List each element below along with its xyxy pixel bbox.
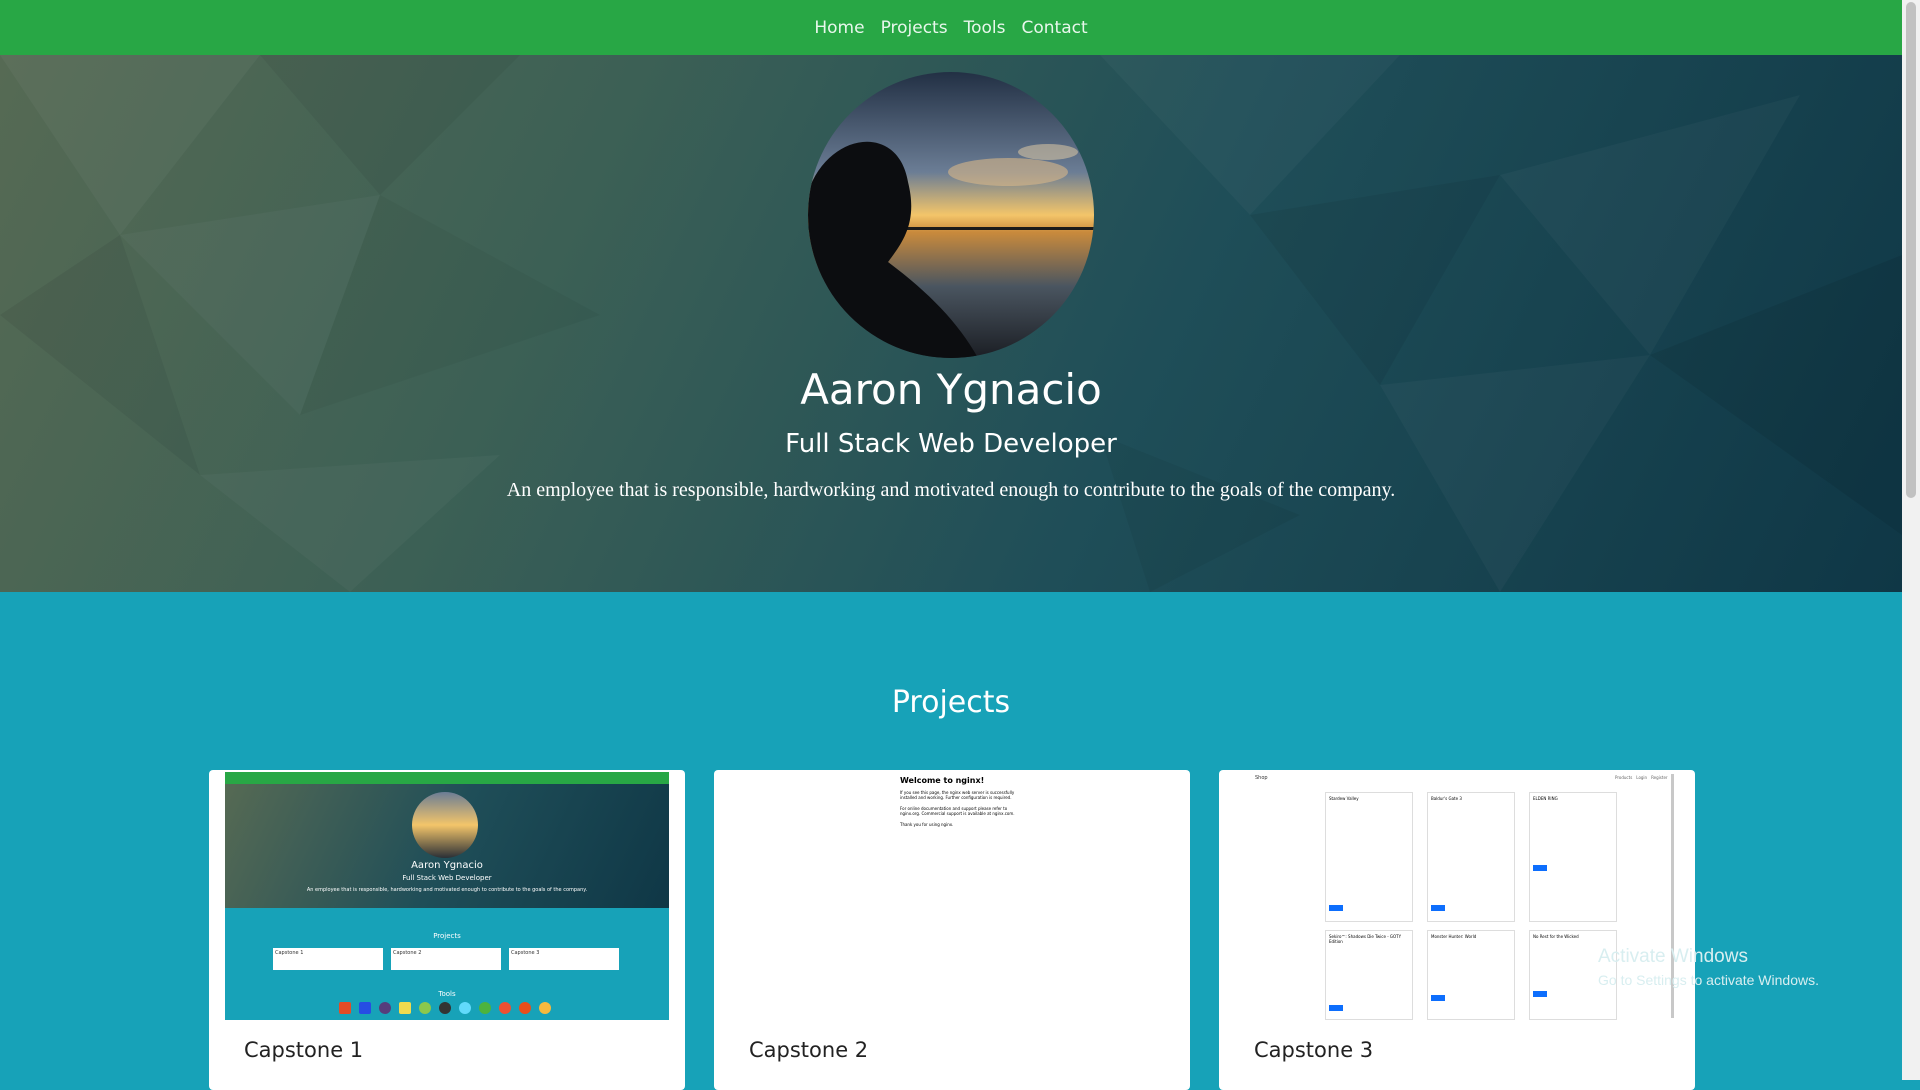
thumb-nginx-line2: For online documentation and support ple… (900, 806, 1015, 816)
thumb-tools-label: Tools (438, 990, 456, 998)
thumb-product-1: Stardew Valley (1325, 792, 1413, 922)
thumb-desc: An employee that is responsible, hardwor… (306, 887, 588, 893)
profile-description: An employee that is responsible, hardwor… (506, 479, 1396, 501)
thumb-card-3: Capstone 3 (509, 948, 619, 970)
watermark-title: Activate Windows (1598, 946, 1748, 967)
nav-contact-link[interactable]: Contact (1021, 18, 1087, 38)
top-navbar: Home Projects Tools Contact (0, 0, 1902, 55)
capstone-1-title: Capstone 1 (244, 1038, 364, 1062)
thumb-tool-icons (339, 1002, 551, 1014)
thumb-product-2: Baldur's Gate 3 (1427, 792, 1515, 922)
page-scrollbar[interactable] (1902, 0, 1920, 1080)
watermark-subtitle: Go to Settings to activate Windows. (1598, 972, 1819, 988)
thumb-name: Aaron Ygnacio (411, 860, 483, 871)
nav-tools-link[interactable]: Tools (964, 18, 1006, 38)
thumb-product-5: Monster Hunter: World (1427, 930, 1515, 1020)
profile-role: Full Stack Web Developer (785, 429, 1117, 459)
thumb-nginx-heading: Welcome to nginx! (900, 776, 985, 785)
thumb-projects-label: Projects (433, 932, 461, 940)
projects-heading: Projects (891, 685, 1011, 720)
thumb-shop-nav: Products Login Register (1615, 775, 1668, 780)
hero-section: Aaron Ygnacio Full Stack Web Developer A… (0, 55, 1902, 592)
windows-activation-watermark: Activate Windows Go to Settings to activ… (1598, 946, 1819, 988)
profile-name: Aaron Ygnacio (800, 365, 1102, 414)
capstone-2-title: Capstone 2 (749, 1038, 869, 1062)
profile-avatar (808, 72, 1094, 358)
thumb-role: Full Stack Web Developer (402, 874, 492, 882)
page-scrollbar-thumb[interactable] (1906, 2, 1916, 498)
thumb-card-2: Capstone 2 (391, 948, 501, 970)
thumb-shop-brand: Shop (1255, 775, 1268, 781)
capstone-2-thumbnail: Welcome to nginx! If you see this page, … (730, 772, 1174, 1020)
nav-projects-link[interactable]: Projects (881, 18, 948, 38)
thumb-product-4: Sekiro™: Shadows Die Twice - GOTY Editio… (1325, 930, 1413, 1020)
thumb-avatar (412, 792, 478, 858)
capstone-3-title: Capstone 3 (1254, 1038, 1374, 1062)
thumb-card-1: Capstone 1 (273, 948, 383, 970)
thumb-product-3: ELDEN RING (1529, 792, 1617, 922)
capstone-1-thumbnail: Aaron Ygnacio Full Stack Web Developer A… (225, 772, 669, 1020)
thumb-nginx-line3: Thank you for using nginx. (900, 822, 954, 827)
nav-home-link[interactable]: Home (814, 18, 864, 38)
thumb-nginx-line1: If you see this page, the nginx web serv… (900, 790, 1015, 800)
thumb-navbar (225, 772, 669, 784)
